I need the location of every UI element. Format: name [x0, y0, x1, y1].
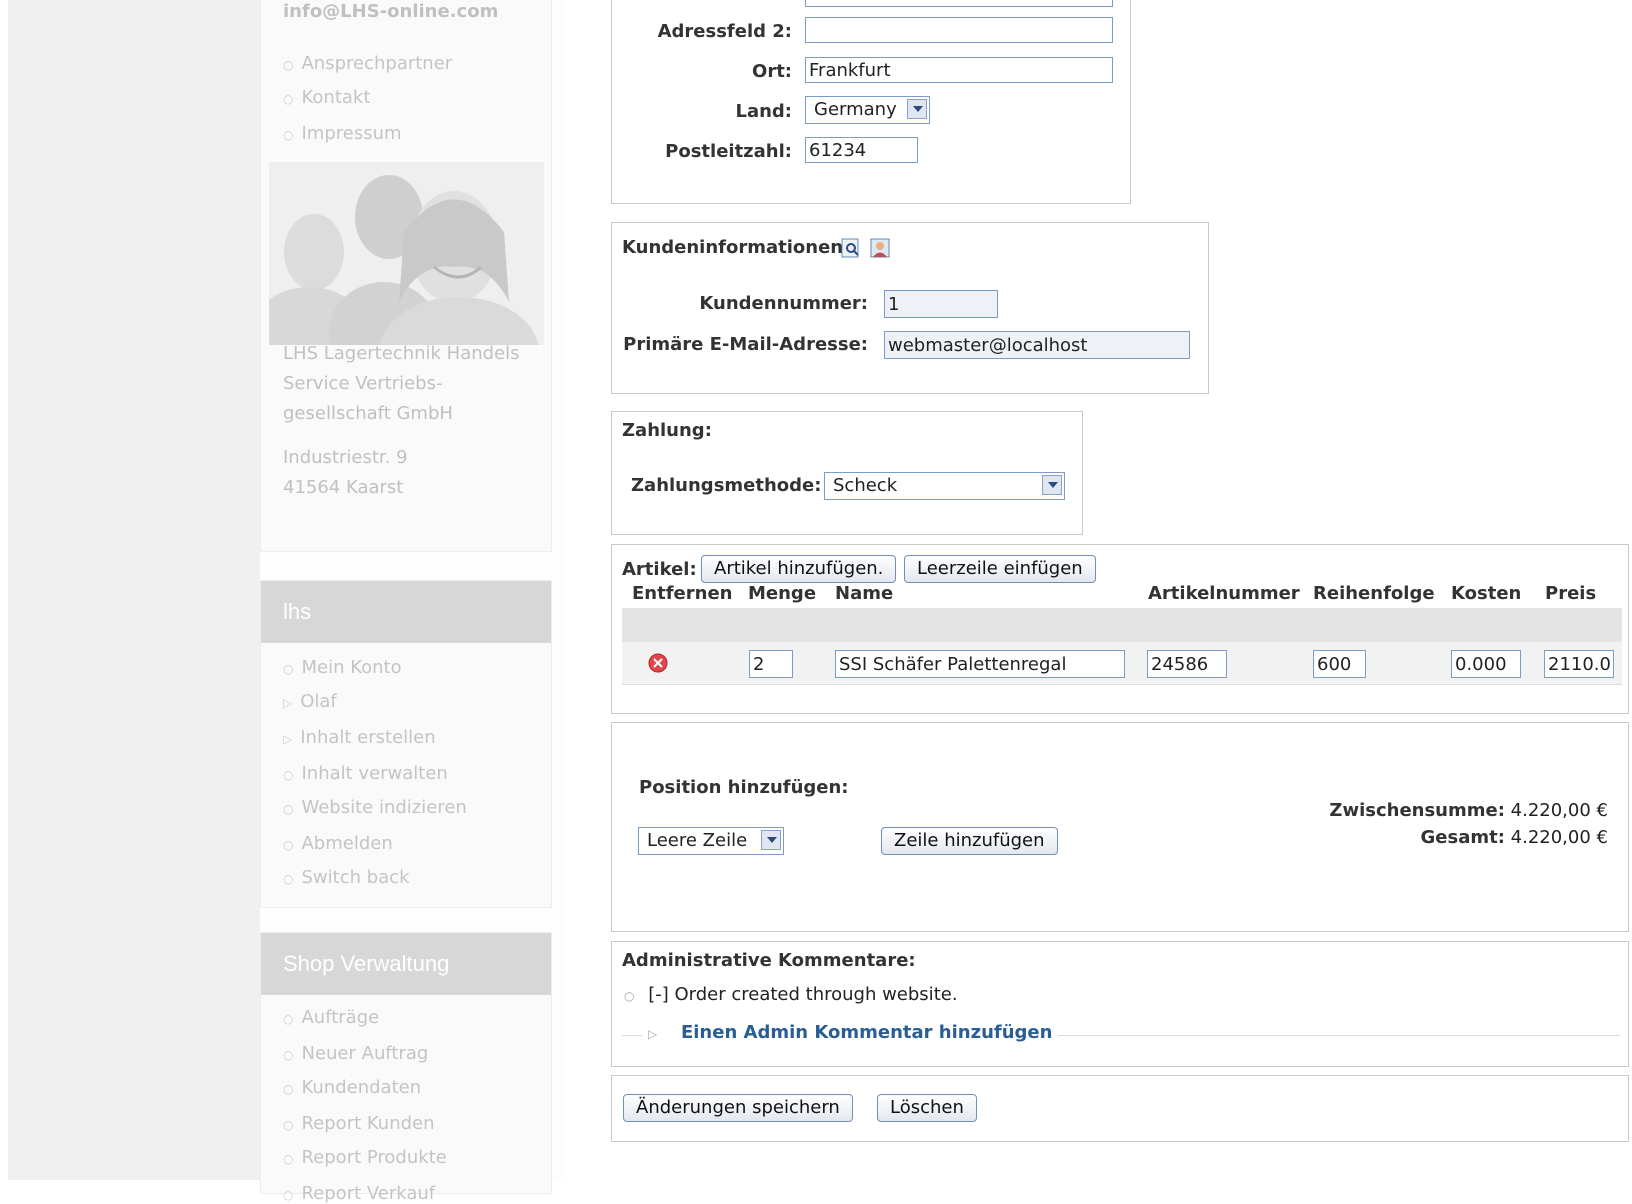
- admin-comments-title: Administrative Kommentare:: [622, 950, 916, 971]
- address-fieldset: Adressfeld 2: Ort: Land: Germany Postlei…: [611, 0, 1131, 204]
- col-header-cost: Kosten: [1451, 583, 1522, 604]
- address2-input[interactable]: [805, 17, 1113, 43]
- add-admin-comment-link[interactable]: Einen Admin Kommentar hinzufügen: [681, 1022, 1052, 1043]
- user-menu-block: lhs ○ Mein Konto ▷ Olaf ▷ Inhalt erstellen …: [260, 580, 552, 908]
- zip-label: Postleitzahl:: [665, 141, 792, 162]
- city-input[interactable]: [805, 57, 1113, 83]
- sidebar: info@LHS-online.com ○ Ansprechpartner ○ Ko…: [260, 0, 566, 1204]
- search-customer-icon[interactable]: [841, 238, 861, 258]
- chevron-down-icon: [761, 830, 781, 850]
- city-label: Ort:: [752, 61, 792, 82]
- contact-block: info@LHS-online.com ○ Ansprechpartner ○ Ko…: [260, 0, 552, 552]
- col-header-remove: Entfernen: [632, 583, 733, 604]
- subtotal-line: Zwischensumme: 4.220,00 €: [1329, 800, 1608, 821]
- country-select[interactable]: Germany: [805, 96, 930, 124]
- col-header-name: Name: [835, 583, 894, 604]
- expand-arrow-icon: ▷: [648, 1027, 658, 1041]
- shop-menu-block: Shop Verwaltung ○ Aufträge ○ Neuer Auftrag…: [260, 932, 552, 1204]
- company-name: LHS Lagertechnik Handels Service Vertrie…: [283, 343, 520, 424]
- add-position-title: Position hinzufügen:: [639, 777, 849, 798]
- save-changes-button[interactable]: Änderungen speichern: [623, 1094, 853, 1122]
- customer-info-fieldset: Kundeninformationen: Kundennummer: Primä…: [611, 222, 1209, 394]
- sidebar-link-kontakt[interactable]: ○ Kontakt: [283, 87, 370, 108]
- col-header-qty: Menge: [748, 583, 817, 604]
- company-address: Industriestr. 9 41564 Kaarst: [283, 447, 408, 498]
- sidebar-link-auftraege[interactable]: ○ Aufträge: [283, 1007, 379, 1028]
- item-name-input[interactable]: [835, 650, 1125, 678]
- insert-blank-line-button[interactable]: Leerzeile einfügen: [904, 555, 1096, 583]
- admin-comments-fieldset: Administrative Kommentare: ○ [-] Order c…: [611, 941, 1629, 1067]
- customer-number-label: Kundennummer:: [699, 293, 868, 314]
- item-cost-input[interactable]: [1451, 650, 1521, 678]
- articles-table-header: [622, 608, 1622, 642]
- item-price-input[interactable]: [1544, 650, 1614, 678]
- total-line: Gesamt: 4.220,00 €: [1421, 827, 1608, 848]
- articles-title: Artikel:: [622, 559, 697, 580]
- item-qty-input[interactable]: [749, 650, 793, 678]
- position-type-select[interactable]: Leere Zeile: [638, 827, 784, 855]
- support-team-photo: [269, 162, 544, 345]
- col-header-price: Preis: [1545, 583, 1597, 604]
- user-profile-icon[interactable]: [870, 238, 890, 258]
- payment-method-select[interactable]: Scheck: [824, 472, 1065, 500]
- item-order-input[interactable]: [1313, 650, 1366, 678]
- sidebar-link-inhalt-verwalten[interactable]: ○ Inhalt verwalten: [283, 763, 448, 784]
- payment-method-label: Zahlungsmethode:: [631, 475, 822, 496]
- sidebar-link-olaf[interactable]: ▷ Olaf: [283, 691, 337, 712]
- page-gutter: [8, 0, 260, 1180]
- articles-fieldset: Artikel: Artikel hinzufügen. Leerzeile e…: [611, 544, 1629, 714]
- delete-button[interactable]: Löschen: [877, 1094, 977, 1122]
- sidebar-link-impressum[interactable]: ○ Impressum: [283, 123, 402, 144]
- add-admin-comment-toggle[interactable]: ▷ Einen Admin Kommentar hinzufügen: [642, 1022, 1059, 1043]
- add-article-button[interactable]: Artikel hinzufügen.: [701, 555, 897, 583]
- remove-item-icon[interactable]: [648, 653, 668, 673]
- subtotal-label: Zwischensumme:: [1329, 800, 1505, 821]
- primary-email-label: Primäre E-Mail-Adresse:: [623, 334, 868, 355]
- payment-title: Zahlung:: [622, 420, 712, 441]
- sidebar-link-report-verkauf[interactable]: ○ Report Verkauf: [283, 1183, 435, 1204]
- chevron-down-icon: [907, 99, 927, 119]
- address2-label: Adressfeld 2:: [657, 21, 792, 42]
- total-label: Gesamt:: [1420, 827, 1505, 848]
- user-menu-heading: lhs: [261, 581, 551, 643]
- add-line-button[interactable]: Zeile hinzufügen: [881, 827, 1058, 855]
- sidebar-link-kundendaten[interactable]: ○ Kundendaten: [283, 1077, 421, 1098]
- comment-text: [-] Order created through website.: [648, 984, 958, 1005]
- zip-input[interactable]: [805, 137, 918, 163]
- bullet-icon: ○: [624, 989, 635, 1003]
- sidebar-link-switch-back[interactable]: ○ Switch back: [283, 867, 410, 888]
- sidebar-link-report-kunden[interactable]: ○ Report Kunden: [283, 1113, 435, 1134]
- country-label: Land:: [735, 101, 792, 122]
- sidebar-link-inhalt-erstellen[interactable]: ▷ Inhalt erstellen: [283, 727, 436, 748]
- add-position-fieldset: Position hinzufügen: Leere Zeile Zeile h…: [611, 722, 1629, 932]
- shop-menu-heading: Shop Verwaltung: [261, 933, 551, 995]
- primary-email-input[interactable]: [884, 331, 1190, 359]
- sidebar-link-website-indizieren[interactable]: ○ Website indizieren: [283, 797, 467, 818]
- actions-fieldset: Änderungen speichern Löschen: [611, 1075, 1629, 1142]
- sidebar-link-mein-konto[interactable]: ○ Mein Konto: [283, 657, 402, 678]
- address-field-1-input[interactable]: [805, 0, 1113, 7]
- sidebar-link-ansprechpartner[interactable]: ○ Ansprechpartner: [283, 53, 452, 74]
- col-header-order: Reihenfolge: [1313, 583, 1435, 604]
- chevron-down-icon: [1042, 475, 1062, 495]
- item-sku-input[interactable]: [1147, 650, 1227, 678]
- sidebar-link-abmelden[interactable]: ○ Abmelden: [283, 833, 393, 854]
- sidebar-link-report-produkte[interactable]: ○ Report Produkte: [283, 1147, 447, 1168]
- comment-item: ○ [-] Order created through website.: [624, 984, 958, 1005]
- sidebar-link-neuer-auftrag[interactable]: ○ Neuer Auftrag: [283, 1043, 428, 1064]
- total-value: 4.220,00 €: [1510, 827, 1608, 848]
- customer-info-title: Kundeninformationen:: [622, 237, 851, 258]
- col-header-sku: Artikelnummer: [1148, 583, 1300, 604]
- customer-number-input[interactable]: [884, 290, 998, 318]
- subtotal-value: 4.220,00 €: [1510, 800, 1608, 821]
- contact-email[interactable]: info@LHS-online.com: [283, 1, 498, 22]
- payment-fieldset: Zahlung: Zahlungsmethode: Scheck: [611, 411, 1083, 535]
